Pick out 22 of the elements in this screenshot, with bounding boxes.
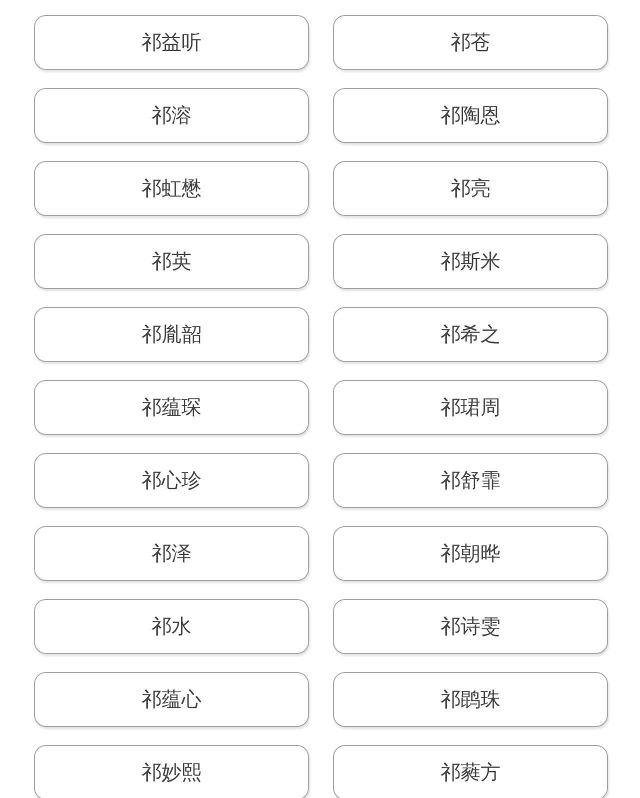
name-button[interactable]: 祁希之 xyxy=(333,307,608,362)
name-button[interactable]: 祁泽 xyxy=(34,526,309,581)
name-button[interactable]: 祁心珍 xyxy=(34,453,309,508)
name-button[interactable]: 祁斯米 xyxy=(333,234,608,289)
name-button[interactable]: 祁诗雯 xyxy=(333,599,608,654)
name-button[interactable]: 祁英 xyxy=(34,234,309,289)
name-button[interactable]: 祁苍 xyxy=(333,15,608,70)
name-button[interactable]: 祁蕴琛 xyxy=(34,380,309,435)
name-button[interactable]: 祁益听 xyxy=(34,15,309,70)
name-button[interactable]: 祁亮 xyxy=(333,161,608,216)
name-button[interactable]: 祁朝晔 xyxy=(333,526,608,581)
name-button[interactable]: 祁溶 xyxy=(34,88,309,143)
name-button[interactable]: 祁舒霏 xyxy=(333,453,608,508)
name-button[interactable]: 祁鹍珠 xyxy=(333,672,608,727)
name-button[interactable]: 祁胤韶 xyxy=(34,307,309,362)
name-button[interactable]: 祁水 xyxy=(34,599,309,654)
name-button[interactable]: 祁蕴心 xyxy=(34,672,309,727)
name-button[interactable]: 祁蕤方 xyxy=(333,745,608,798)
name-button[interactable]: 祁妙熙 xyxy=(34,745,309,798)
name-button[interactable]: 祁珺周 xyxy=(333,380,608,435)
name-button[interactable]: 祁陶恩 xyxy=(333,88,608,143)
name-button[interactable]: 祁虹懋 xyxy=(34,161,309,216)
